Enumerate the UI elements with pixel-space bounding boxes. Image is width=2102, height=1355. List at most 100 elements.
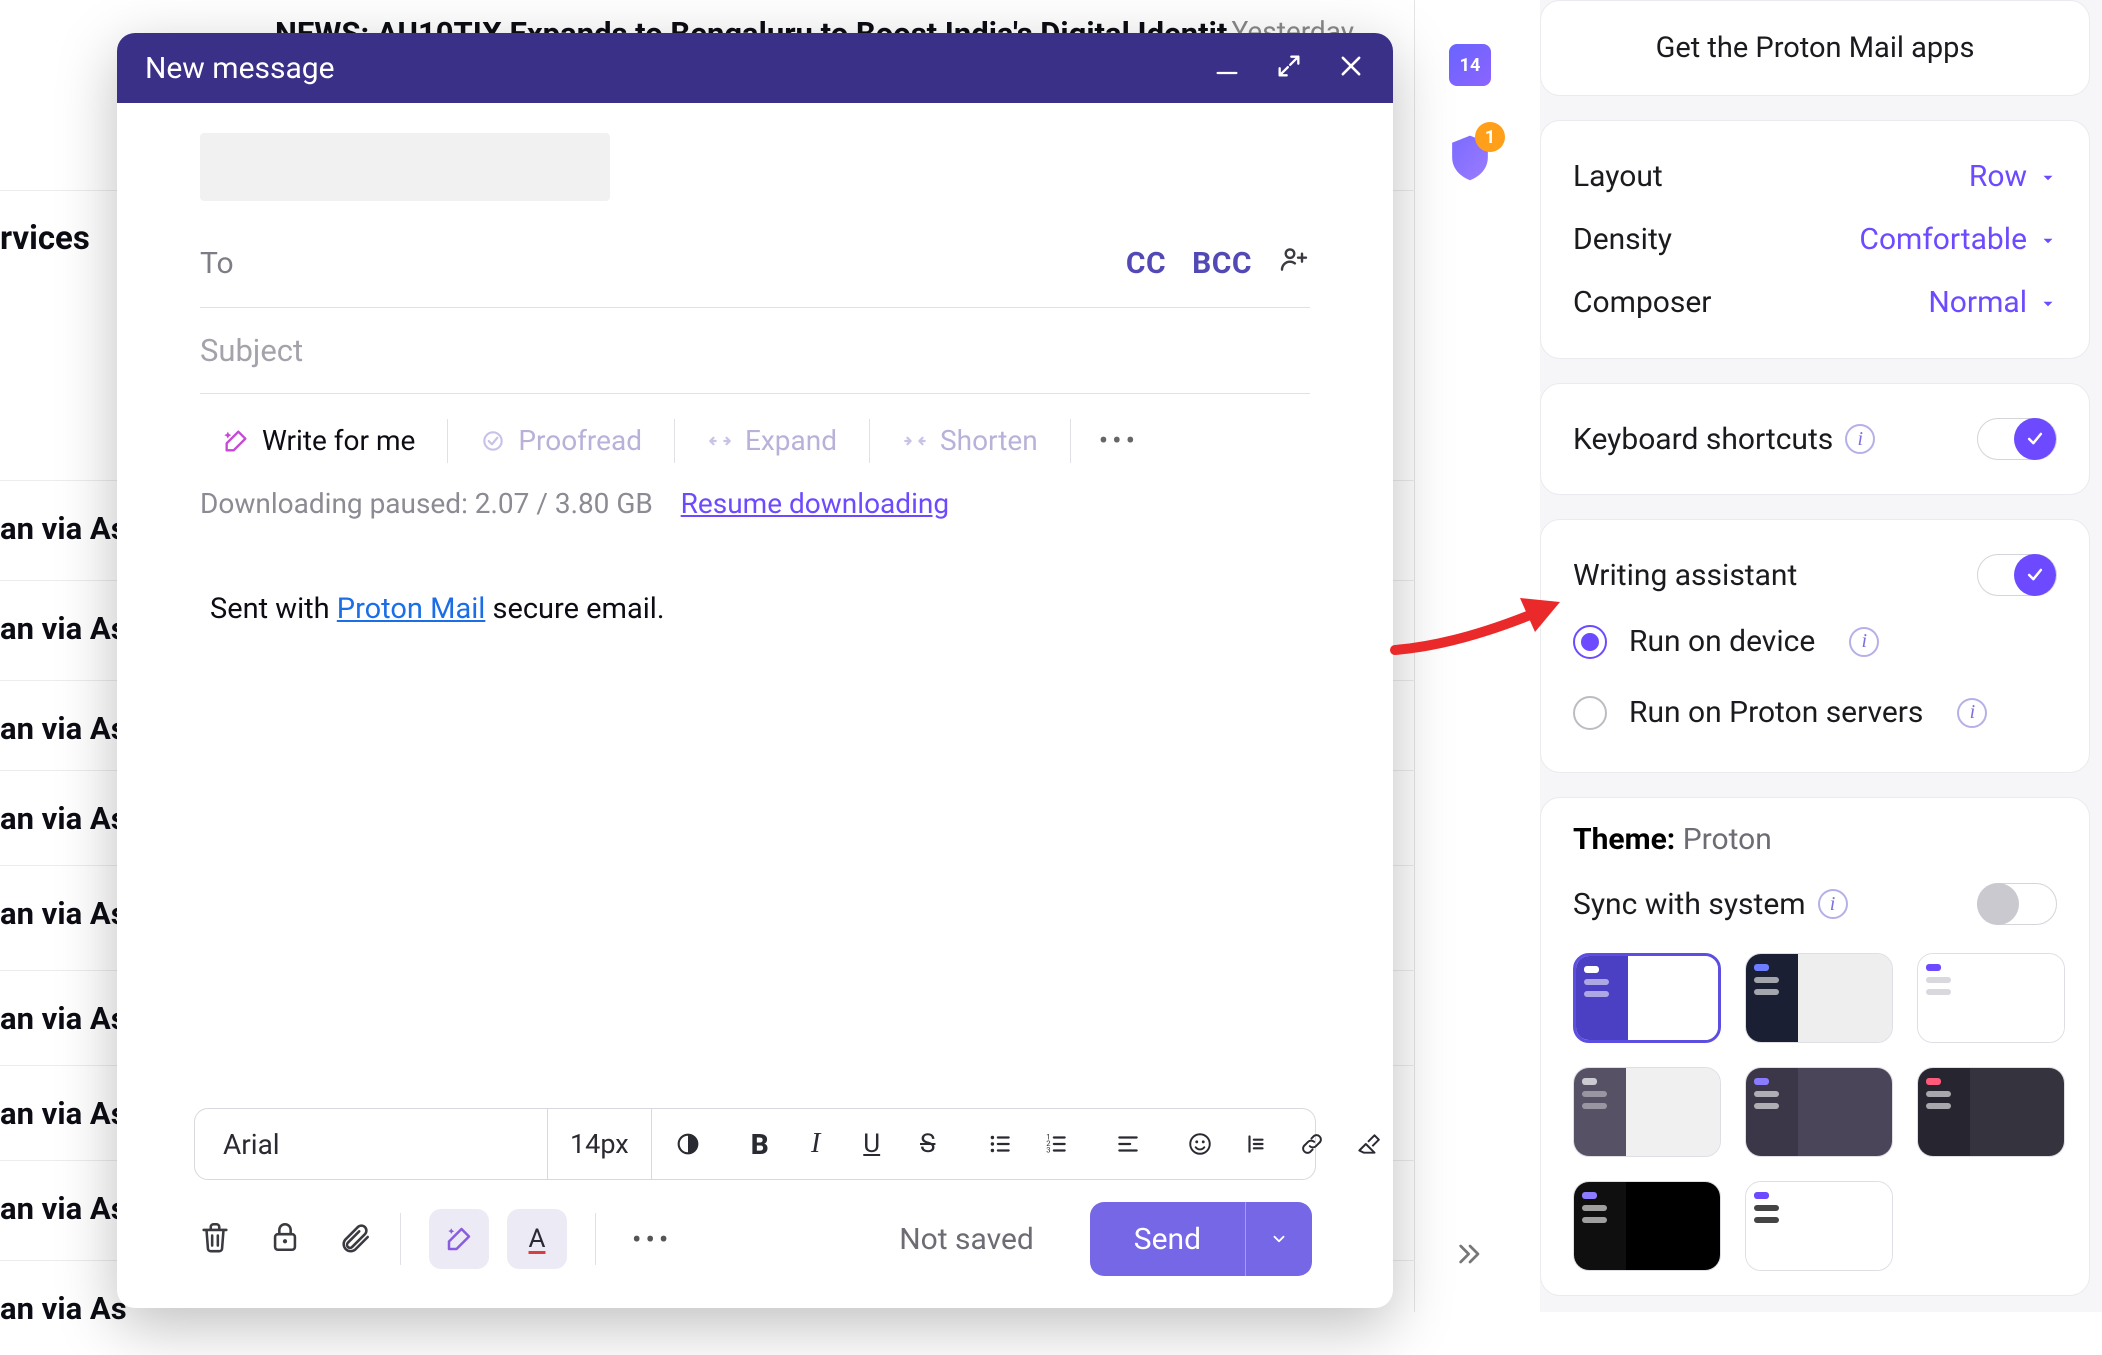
attachment-icon[interactable] xyxy=(338,1220,372,1258)
subject-field[interactable] xyxy=(200,308,1310,394)
composer-footer: A ••• Not saved Send xyxy=(194,1202,1316,1276)
kbd-toggle[interactable] xyxy=(1977,418,2057,460)
kbd-label: Keyboard shortcuts xyxy=(1573,422,1833,457)
cc-button[interactable]: CC xyxy=(1126,246,1166,281)
send-label: Send xyxy=(1090,1222,1245,1257)
bold-icon[interactable]: B xyxy=(740,1124,780,1164)
density-value-select[interactable]: Comfortable xyxy=(1859,222,2057,257)
footer-more-icon[interactable]: ••• xyxy=(624,1223,680,1256)
run-on-device-label: Run on device xyxy=(1629,624,1815,659)
close-icon[interactable] xyxy=(1337,52,1365,84)
emoji-icon[interactable] xyxy=(1180,1124,1220,1164)
app-switcher: 14 1 xyxy=(1447,44,1493,186)
radio-unselected[interactable] xyxy=(1573,696,1607,730)
signature-suffix: secure email. xyxy=(485,592,664,626)
font-size-select[interactable]: 14px xyxy=(547,1108,652,1180)
calendar-day: 14 xyxy=(1460,55,1481,76)
composer-mode-setting: Composer Normal xyxy=(1573,271,2057,334)
bullet-list-icon[interactable] xyxy=(980,1124,1020,1164)
separator xyxy=(1070,419,1071,463)
add-contact-icon[interactable] xyxy=(1278,243,1310,283)
text-color-button[interactable]: A xyxy=(507,1209,567,1269)
radio-selected[interactable] xyxy=(1573,625,1607,659)
link-icon[interactable] xyxy=(1292,1124,1332,1164)
writing-assistant-card: Writing assistant Run on device i Run on… xyxy=(1540,519,2090,773)
composer-window: New message To CC BCC xyxy=(117,33,1393,1308)
shorten-label: Shorten xyxy=(940,424,1038,457)
sync-toggle[interactable] xyxy=(1977,883,2057,925)
italic-icon[interactable]: I xyxy=(796,1124,836,1164)
delete-icon[interactable] xyxy=(198,1220,232,1258)
theme-proton[interactable] xyxy=(1573,953,1721,1043)
theme-label: Theme: xyxy=(1573,822,1675,857)
separator xyxy=(869,419,870,463)
chevron-down-icon xyxy=(2039,232,2057,250)
theme-classic[interactable] xyxy=(1573,1067,1721,1157)
run-on-servers-label: Run on Proton servers xyxy=(1629,695,1923,730)
proofread-label: Proofread xyxy=(518,424,642,457)
shorten-button[interactable]: Shorten xyxy=(880,414,1060,467)
ai-assist-toolbar: Write for me Proofread Expand Shorten ••… xyxy=(162,394,1348,487)
clear-format-icon[interactable] xyxy=(1348,1124,1388,1164)
minimize-icon[interactable] xyxy=(1213,52,1241,84)
download-status-row: Downloading paused: 2.07 / 3.80 GB Resum… xyxy=(162,487,1348,542)
proofread-button[interactable]: Proofread xyxy=(458,414,664,467)
from-field-redacted[interactable] xyxy=(200,133,610,201)
encryption-icon[interactable] xyxy=(268,1220,302,1258)
theme-heading: Theme: Proton xyxy=(1573,822,2057,857)
composer-mode-select[interactable]: Normal xyxy=(1928,285,2057,320)
separator xyxy=(447,419,448,463)
layout-label: Layout xyxy=(1573,159,1663,194)
bcc-button[interactable]: BCC xyxy=(1192,246,1252,281)
info-icon[interactable]: i xyxy=(1845,424,1875,454)
theme-carbon[interactable] xyxy=(1745,953,1893,1043)
download-status-text: Downloading paused: 2.07 / 3.80 GB xyxy=(200,487,653,520)
info-icon[interactable]: i xyxy=(1957,698,1987,728)
layout-value-select[interactable]: Row xyxy=(1969,159,2057,194)
assist-more-icon[interactable]: ••• xyxy=(1081,424,1157,457)
theme-contrast-dark[interactable] xyxy=(1573,1181,1721,1271)
security-app-icon[interactable]: 1 xyxy=(1447,132,1493,186)
email-body-editor[interactable]: Sent with Proton Mail secure email. xyxy=(162,542,1348,1090)
theme-monokai[interactable] xyxy=(1745,1067,1893,1157)
quote-icon[interactable] xyxy=(1236,1124,1276,1164)
calendar-app-icon[interactable]: 14 xyxy=(1449,44,1491,86)
theme-snow[interactable] xyxy=(1917,953,2065,1043)
theme-contrast-light[interactable] xyxy=(1745,1181,1893,1271)
svg-text:3: 3 xyxy=(1046,1146,1050,1155)
sync-with-system-row: Sync with system i xyxy=(1573,883,2057,925)
expand-icon[interactable] xyxy=(1275,52,1303,84)
font-family-select[interactable]: Arial xyxy=(207,1128,547,1161)
send-dropdown-icon[interactable] xyxy=(1245,1202,1312,1276)
expand-button[interactable]: Expand xyxy=(685,414,859,467)
run-on-servers-option[interactable]: Run on Proton servers i xyxy=(1573,677,2057,748)
info-icon[interactable]: i xyxy=(1849,627,1879,657)
signature-prefix: Sent with xyxy=(210,592,337,626)
write-for-me-label: Write for me xyxy=(262,424,415,457)
strikethrough-icon[interactable]: S xyxy=(908,1124,948,1164)
align-icon[interactable] xyxy=(1108,1124,1148,1164)
layout-settings-card: Layout Row Density Comfortable Composer … xyxy=(1540,120,2090,359)
theme-duotone[interactable] xyxy=(1917,1067,2065,1157)
underline-icon[interactable]: U xyxy=(852,1124,892,1164)
to-label: To xyxy=(200,246,234,281)
run-on-device-option[interactable]: Run on device i xyxy=(1573,606,2057,677)
color-contrast-icon[interactable] xyxy=(668,1124,708,1164)
density-label: Density xyxy=(1573,222,1672,257)
get-apps-label: Get the Proton Mail apps xyxy=(1656,31,1975,65)
notification-badge: 1 xyxy=(1475,122,1505,152)
info-icon[interactable]: i xyxy=(1818,889,1848,919)
layout-setting: Layout Row xyxy=(1573,145,2057,208)
to-field[interactable]: To CC BCC xyxy=(200,219,1310,308)
expand-sidebar-icon[interactable] xyxy=(1454,1238,1486,1274)
ai-sparkle-button[interactable] xyxy=(429,1209,489,1269)
writing-assistant-toggle[interactable] xyxy=(1977,554,2057,596)
proton-mail-link[interactable]: Proton Mail xyxy=(337,592,486,626)
layout-value: Row xyxy=(1969,159,2027,194)
subject-input[interactable] xyxy=(200,332,1310,369)
get-apps-button[interactable]: Get the Proton Mail apps xyxy=(1540,0,2090,96)
number-list-icon[interactable]: 123 xyxy=(1036,1124,1076,1164)
write-for-me-button[interactable]: Write for me xyxy=(200,414,437,467)
resume-downloading-link[interactable]: Resume downloading xyxy=(681,487,949,520)
send-button[interactable]: Send xyxy=(1090,1202,1312,1276)
